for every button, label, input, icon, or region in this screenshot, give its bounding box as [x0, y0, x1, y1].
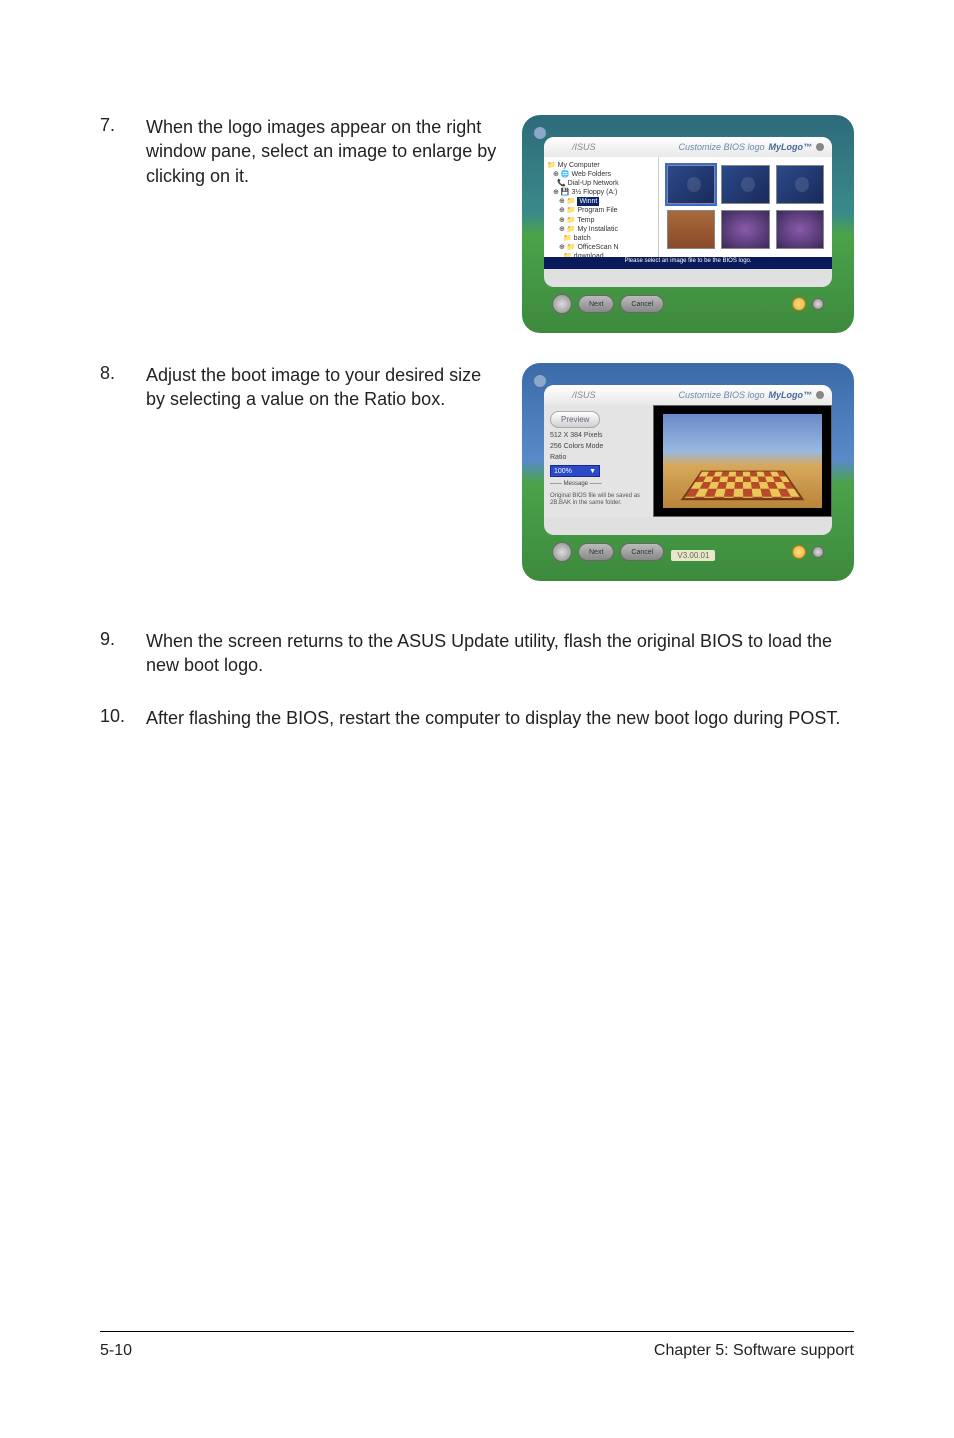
- image-thumbnail[interactable]: [776, 165, 824, 204]
- info-icon[interactable]: [812, 546, 824, 558]
- header-subtitle: Customize BIOS logo: [678, 142, 764, 152]
- status-bar: Please select an image file to be the BI…: [544, 257, 832, 269]
- help-bulb-icon[interactable]: [792, 297, 806, 311]
- image-thumbnail[interactable]: [776, 210, 824, 249]
- preview-button[interactable]: Preview: [550, 411, 600, 428]
- color-mode-label: 256 Colors Mode: [550, 443, 647, 450]
- close-icon[interactable]: [816, 391, 824, 399]
- step-number: 9.: [100, 629, 146, 678]
- step-9-text: When the screen returns to the ASUS Upda…: [146, 629, 854, 678]
- step-10-text: After flashing the BIOS, restart the com…: [146, 706, 854, 730]
- step-number: 10.: [100, 706, 146, 730]
- step-number: 8.: [100, 363, 146, 412]
- back-button[interactable]: [552, 542, 572, 562]
- page-footer: 5-10 Chapter 5: Software support: [100, 1331, 854, 1360]
- image-grid[interactable]: [659, 157, 832, 257]
- window-header: /ISUS Customize BIOS logo MyLogo™: [544, 137, 832, 157]
- step-8-text: Adjust the boot image to your desired si…: [146, 363, 502, 412]
- preview-graphic: [685, 471, 801, 497]
- monitor-icon: [534, 127, 546, 139]
- message-text: Original BIOS file will be saved as 2B.B…: [550, 493, 647, 507]
- next-button[interactable]: Next: [578, 295, 614, 313]
- cancel-button[interactable]: Cancel: [620, 295, 664, 313]
- cancel-button[interactable]: Cancel: [620, 543, 664, 561]
- image-thumbnail[interactable]: [721, 165, 769, 204]
- app-name: MyLogo™: [769, 142, 813, 152]
- chapter-label: Chapter 5: Software support: [654, 1342, 854, 1360]
- info-icon[interactable]: [812, 298, 824, 310]
- image-thumbnail[interactable]: [667, 210, 715, 249]
- image-thumbnail[interactable]: [721, 210, 769, 249]
- folder-tree[interactable]: 📁 My Computer ⊕ 🌐 Web Folders 📞 Dial-Up …: [544, 157, 659, 257]
- brand-text: /ISUS: [572, 142, 596, 152]
- preview-image-area: [653, 405, 832, 517]
- page-number: 5-10: [100, 1342, 132, 1360]
- close-icon[interactable]: [816, 143, 824, 151]
- next-button[interactable]: Next: [578, 543, 614, 561]
- header-subtitle: Customize BIOS logo: [678, 390, 764, 400]
- window-header: /ISUS Customize BIOS logo MyLogo™: [544, 385, 832, 405]
- app-name: MyLogo™: [769, 390, 813, 400]
- preview-side-panel: Preview 512 X 384 Pixels 256 Colors Mode…: [544, 405, 653, 517]
- ratio-label: Ratio: [550, 454, 647, 461]
- step-number: 7.: [100, 115, 146, 188]
- step-7-text: When the logo images appear on the right…: [146, 115, 502, 188]
- back-button[interactable]: [552, 294, 572, 314]
- monitor-icon: [534, 375, 546, 387]
- brand-text: /ISUS: [572, 390, 596, 400]
- mylogo-select-screenshot: /ISUS Customize BIOS logo MyLogo™ 📁 My C…: [522, 115, 854, 333]
- message-heading: —— Message ——: [550, 481, 647, 487]
- image-thumbnail[interactable]: [667, 165, 715, 204]
- version-label: V3.00.01: [671, 550, 715, 561]
- ratio-select[interactable]: 100%▼: [550, 465, 600, 477]
- help-bulb-icon[interactable]: [792, 545, 806, 559]
- resolution-label: 512 X 384 Pixels: [550, 432, 647, 439]
- mylogo-preview-screenshot: /ISUS Customize BIOS logo MyLogo™ Previe…: [522, 363, 854, 581]
